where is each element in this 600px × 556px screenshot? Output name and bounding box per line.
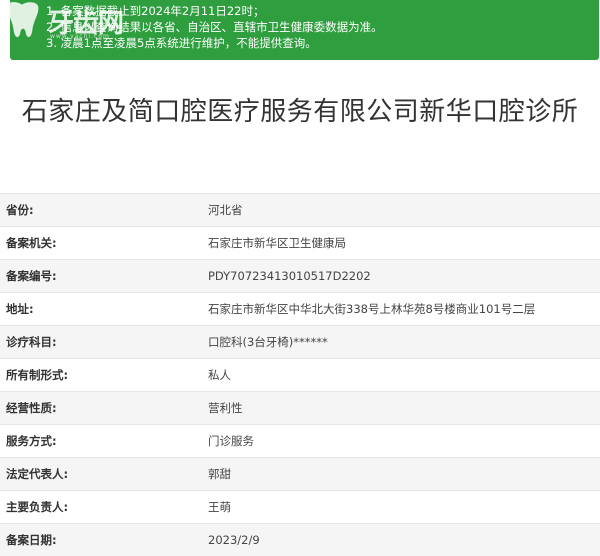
table-row: 备案编号: PDY70723413010517D2202	[0, 259, 600, 292]
notice-line: 1. 备案数据截止到2024年2月11日22时；	[46, 4, 265, 18]
row-value: 营利性	[208, 401, 243, 415]
row-value: PDY70723413010517D2202	[208, 269, 371, 283]
row-label: 诊疗科目:	[6, 335, 57, 349]
table-row: 备案机关: 石家庄市新华区卫生健康局	[0, 226, 600, 259]
notice-line: 2. 信息以查询结果以各省、自治区、直辖市卫生健康委数据为准。	[46, 20, 383, 34]
table-row: 主要负责人: 王萌	[0, 490, 600, 523]
table-row: 法定代表人: 郭甜	[0, 457, 600, 490]
row-value: 王萌	[208, 500, 231, 514]
row-label: 服务方式:	[6, 434, 57, 448]
details-table: 省份: 河北省 备案机关: 石家庄市新华区卫生健康局 备案编号: PDY7072…	[0, 193, 600, 556]
row-label: 地址:	[6, 302, 34, 316]
table-row: 经营性质: 营利性	[0, 391, 600, 424]
row-label: 备案编号:	[6, 269, 57, 283]
table-row: 诊疗科目: 口腔科(3台牙椅)******	[0, 325, 600, 358]
table-row: 省份: 河北省	[0, 193, 600, 226]
row-value: 石家庄市新华区卫生健康局	[208, 236, 346, 250]
row-value: 郭甜	[208, 467, 231, 481]
row-value: 石家庄市新华区中华北大街338号上林华苑8号楼商业101号二层	[208, 302, 536, 316]
row-label: 所有制形式:	[6, 368, 69, 382]
row-label: 省份:	[6, 203, 34, 217]
row-value: 私人	[208, 368, 231, 382]
notice-banner: 1. 备案数据截止到2024年2月11日22时； 2. 信息以查询结果以各省、自…	[10, 0, 599, 60]
row-value: 河北省	[208, 203, 243, 217]
row-label: 法定代表人:	[6, 467, 69, 481]
table-row: 所有制形式: 私人	[0, 358, 600, 391]
row-label: 经营性质:	[6, 401, 57, 415]
row-value: 口腔科(3台牙椅)******	[208, 335, 328, 349]
row-value: 门诊服务	[208, 434, 254, 448]
row-label: 备案日期:	[6, 533, 57, 547]
table-row: 服务方式: 门诊服务	[0, 424, 600, 457]
notice-line: 3. 凌晨1点至凌晨5点系统进行维护，不能提供查询。	[46, 36, 317, 50]
row-label: 备案机关:	[6, 236, 57, 250]
row-value: 2023/2/9	[208, 533, 260, 547]
table-row: 备案日期: 2023/2/9	[0, 523, 600, 556]
table-row: 地址: 石家庄市新华区中华北大街338号上林华苑8号楼商业101号二层	[0, 292, 600, 325]
page-title: 石家庄及简口腔医疗服务有限公司新华口腔诊所	[21, 97, 579, 127]
row-label: 主要负责人:	[6, 500, 69, 514]
